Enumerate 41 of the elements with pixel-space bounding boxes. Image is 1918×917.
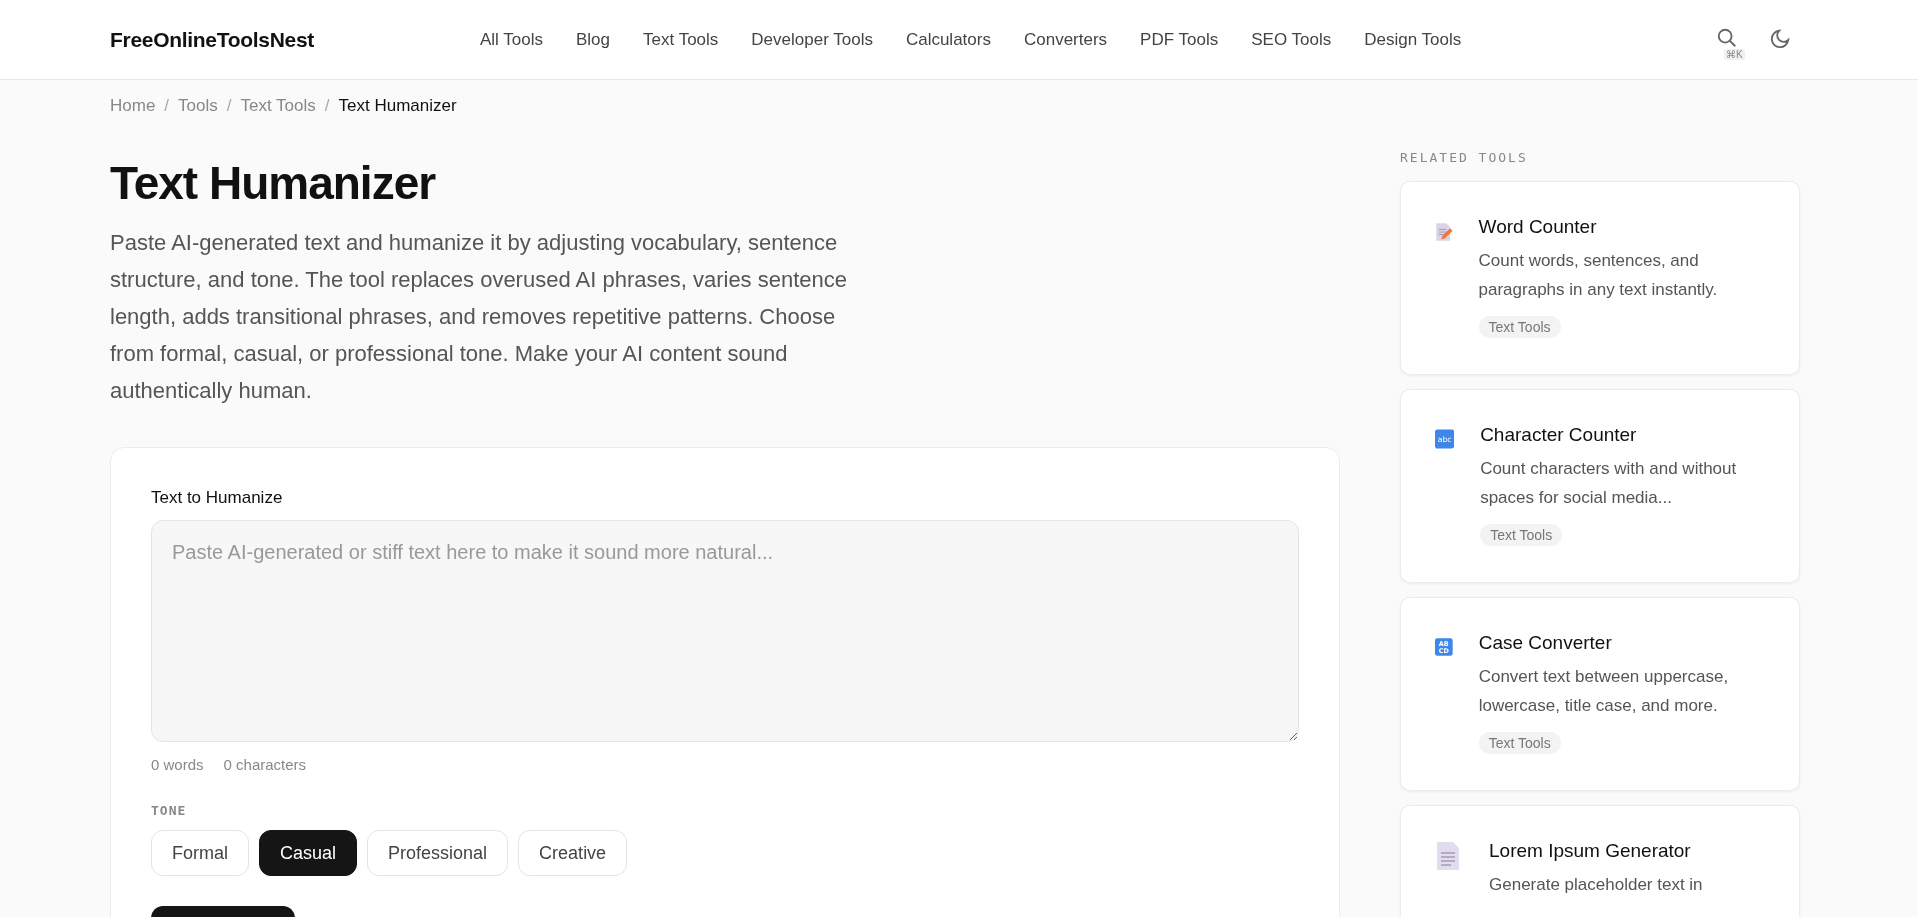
category-tag: Text Tools (1478, 316, 1561, 338)
nav-link[interactable]: PDF Tools (1140, 29, 1219, 50)
page-title: Text Humanizer (110, 156, 437, 210)
tone-option[interactable]: Professional (367, 830, 509, 876)
tool-title: Character Counter (1480, 424, 1638, 446)
text-input-field[interactable]: Paste AI-generated or stiff text here to make it sound more natural... (151, 520, 1299, 742)
related-tools-heading: RELATED TOOLS (1400, 150, 1529, 165)
nav-link[interactable]: All Tools (480, 29, 543, 50)
tone-label: TONE (151, 803, 188, 818)
related-tool-card[interactable]: Word Counter Count words, sentences, and paragraphs in any text instantly. Text Tools (1400, 181, 1800, 375)
tool-title: Word Counter (1478, 216, 1598, 238)
breadcrumb-separator: / (164, 96, 170, 117)
character-count: 0 characters (223, 756, 307, 773)
breadcrumb-separator: / (324, 96, 330, 117)
tool-title: Lorem Ipsum Generator (1489, 840, 1692, 862)
nav-link[interactable]: Blog (576, 29, 611, 50)
nav-link[interactable]: Design Tools (1364, 29, 1462, 50)
shortcut-hint: ⌘K (1724, 48, 1745, 60)
tone-option[interactable]: Casual (259, 830, 358, 876)
nav-link[interactable]: Text Tools (643, 29, 719, 50)
input-label: Text to Humanize (151, 488, 284, 508)
tool-description: Count characters with and without spaces for social media... (1480, 458, 1738, 509)
tool-description: Generate placeholder text in (1489, 874, 1703, 896)
nav-link[interactable]: SEO Tools (1251, 29, 1332, 50)
tone-option[interactable]: Formal (151, 830, 249, 876)
tool-description: Count words, sentences, and paragraphs in any text instantly. (1478, 250, 1719, 301)
page-description: Paste AI-generated text and humanize it by adjusting vocabulary, sentence structure, and tone. The tool replaces overused AI phrases, varies sentence length, adds transitional phrases, and removes repetitive patterns. Choose from formal, casual, or professional tone. Make your AI content sound authentically human. (110, 229, 849, 405)
category-tag: Text Tools (1478, 732, 1561, 754)
breadcrumb-link[interactable]: Home (110, 96, 156, 126)
tool-title: Case Converter (1478, 632, 1613, 654)
tool-description: Convert text between uppercase, lowercase, title case, and more. (1478, 666, 1730, 717)
nav-link[interactable]: Developer Tools (751, 29, 873, 50)
related-tool-card[interactable]: Lorem Ipsum Generator Generate placeholder text in (1400, 805, 1800, 917)
site-logo[interactable]: FreeOnlineToolsNest (110, 27, 480, 52)
word-count: 0 words (151, 756, 204, 773)
category-tag: Text Tools (1480, 524, 1563, 546)
breadcrumb-link[interactable]: Text Humanizer (338, 96, 457, 126)
tone-option[interactable]: Creative (518, 830, 628, 876)
nav-link[interactable]: Calculators (905, 29, 991, 50)
breadcrumb-separator: / (226, 96, 232, 117)
nav-link[interactable]: Converters (1023, 29, 1108, 50)
